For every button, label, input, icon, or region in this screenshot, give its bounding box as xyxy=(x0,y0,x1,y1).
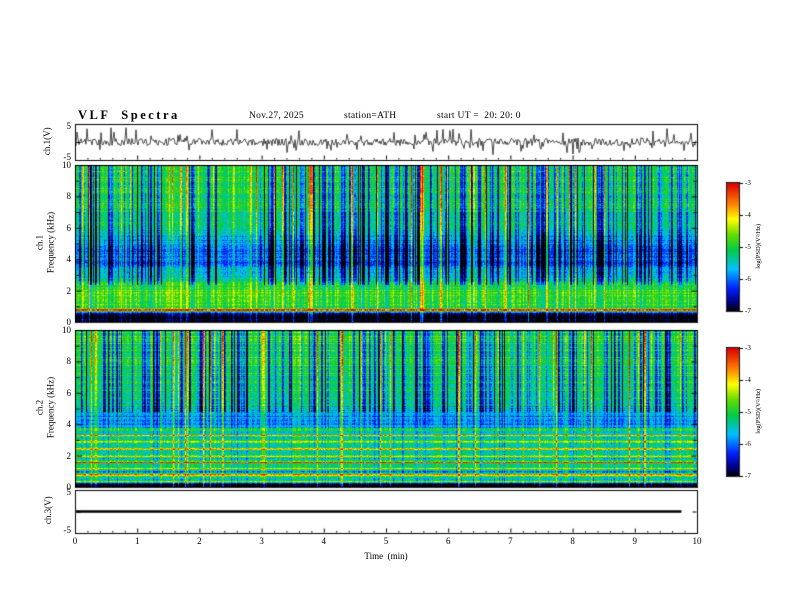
colorbar-tick-label: -3 xyxy=(745,344,751,352)
ch2-spectrogram-canvas xyxy=(75,330,697,487)
colorbar-tick-label: -5 xyxy=(745,243,751,251)
ch1-channel-label: ch.1 xyxy=(34,234,45,251)
freq-tick-label: 6 xyxy=(66,222,72,233)
colorbar-tick-label: -6 xyxy=(745,275,751,283)
x-tick-label: 4 xyxy=(321,536,327,546)
x-tick-label: 5 xyxy=(383,536,389,546)
freq-tick-label: 8 xyxy=(66,191,72,202)
colorbar1-gradient xyxy=(727,183,739,311)
volt-tick-label: -5 xyxy=(63,152,72,162)
ch2-channel-label: ch.2 xyxy=(34,399,45,416)
ch1-waveform-canvas xyxy=(75,124,697,160)
colorbar-tick-label: -4 xyxy=(745,211,751,219)
station-label: station=ATH xyxy=(344,111,397,121)
figure-title: VLF Spectra xyxy=(78,108,180,122)
volt-tick-label: 5 xyxy=(66,487,72,497)
volt-tick-label: -5 xyxy=(63,525,72,535)
colorbar2-gradient xyxy=(727,348,739,476)
colorbar-tick-label: -7 xyxy=(745,472,751,480)
x-tick-label: 1 xyxy=(134,536,140,546)
x-tick-label: 8 xyxy=(570,536,575,546)
colorbar-tick-label: -7 xyxy=(745,307,751,315)
x-tick-label: 0 xyxy=(72,536,78,546)
colorbar-tick-label: -5 xyxy=(745,408,751,416)
freq-tick-label: 6 xyxy=(66,387,72,398)
colorbar1-label: log(PSD)(V²/Hz) xyxy=(754,223,762,269)
freq-tick-label: 4 xyxy=(66,254,72,265)
colorbar-tick-label: -4 xyxy=(745,376,751,384)
freq-tick-label: 2 xyxy=(66,285,72,296)
colorbar2-label: log(PSD)(V²/Hz) xyxy=(754,388,762,434)
start-ut-label: start UT = 20: 20: 0 xyxy=(437,111,521,121)
freq-tick-label: 8 xyxy=(66,356,72,367)
x-tick-label: 7 xyxy=(508,536,513,546)
x-tick-label: 6 xyxy=(445,536,451,546)
volt-tick-label: 5 xyxy=(66,121,72,131)
x-tick-label: 10 xyxy=(692,536,702,546)
freq-tick-label: 2 xyxy=(66,450,72,461)
freq-tick-label: 4 xyxy=(66,419,72,430)
freq-tick-label: 10 xyxy=(62,325,71,335)
x-tick-label: 2 xyxy=(197,536,202,546)
x-tick-label: 9 xyxy=(632,536,638,546)
x-tick-label: 3 xyxy=(259,536,264,546)
date-label: Nov.27, 2025 xyxy=(249,111,304,121)
ch1-spectrogram-canvas xyxy=(75,165,697,322)
ch3-waveform-canvas xyxy=(75,490,697,533)
colorbar-tick-label: -3 xyxy=(745,179,751,187)
time-axis-label: Time (min) xyxy=(364,551,408,561)
colorbar-tick-label: -6 xyxy=(745,440,751,448)
vlf-spectra-figure: VLF Spectra Nov.27, 2025 station=ATH sta… xyxy=(0,0,792,612)
